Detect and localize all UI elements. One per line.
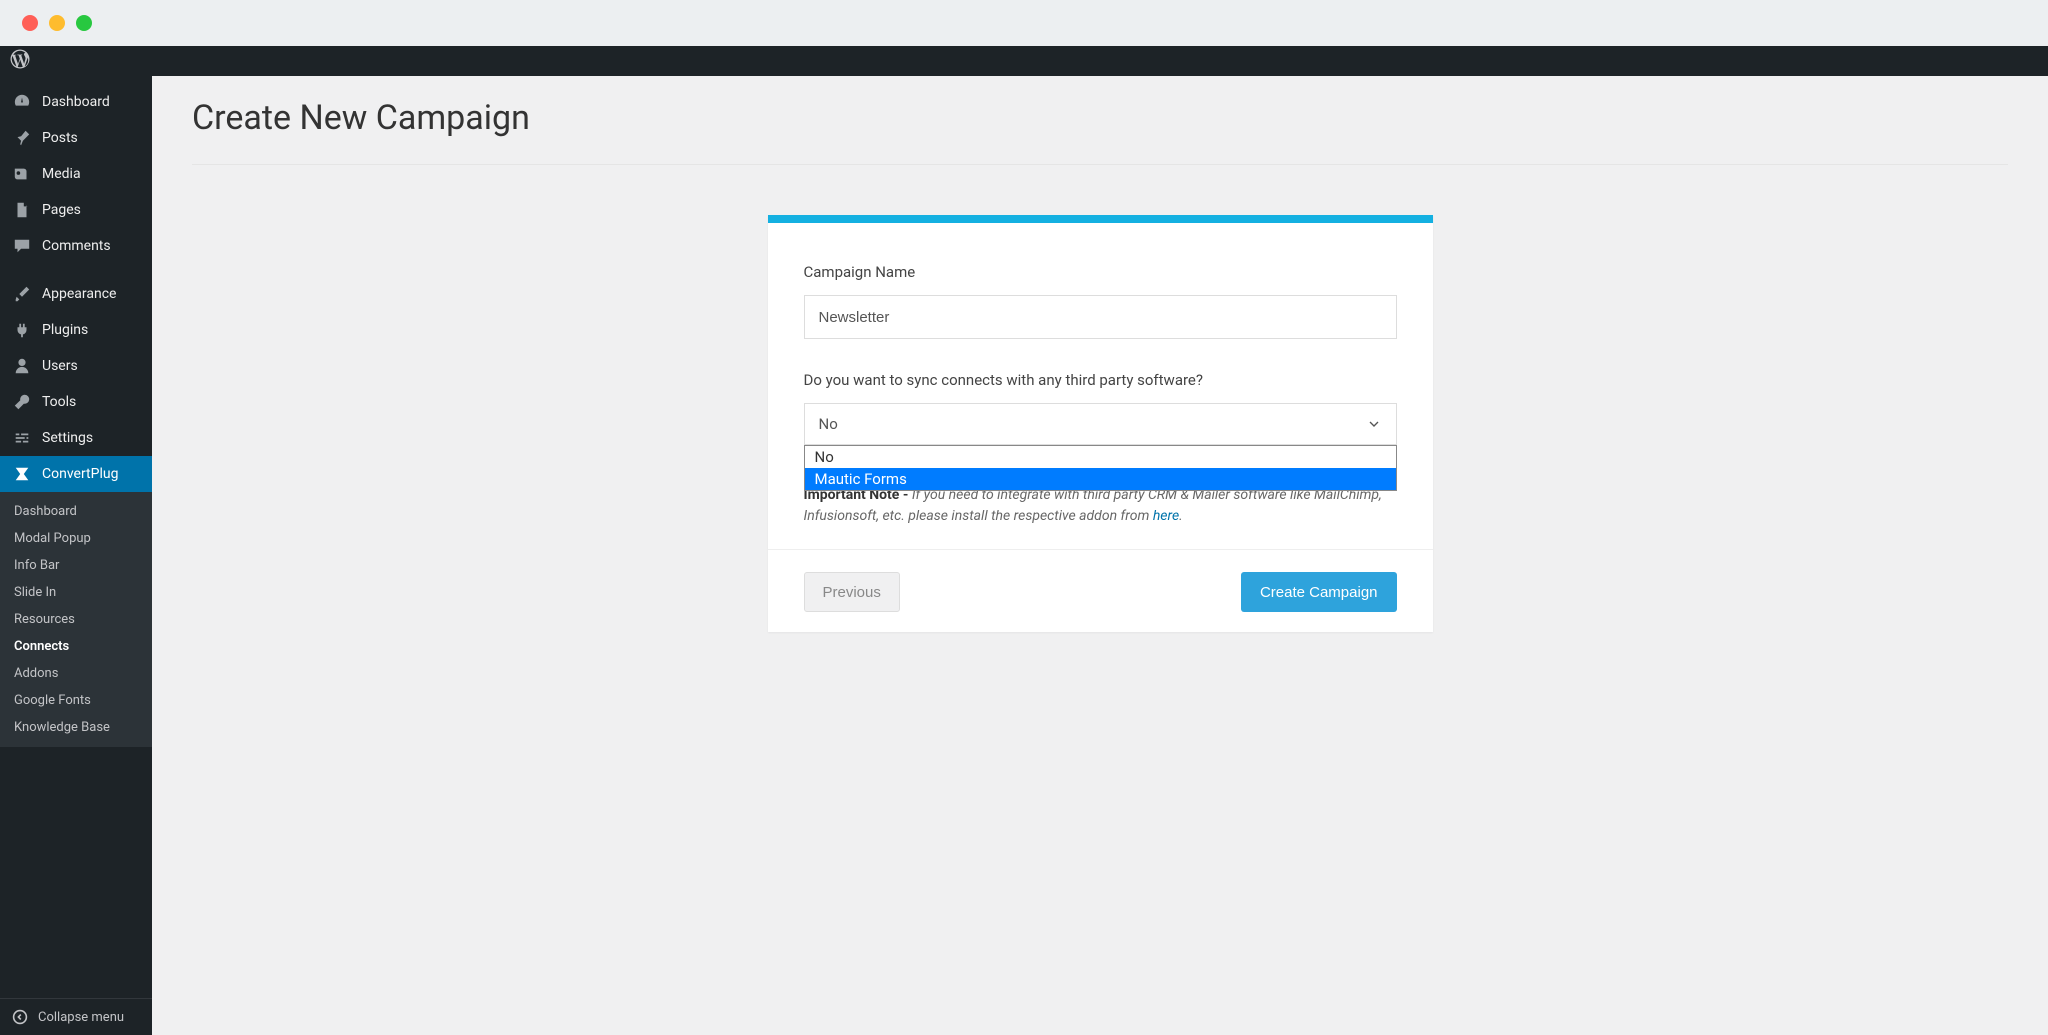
plug-icon: [12, 320, 32, 340]
sync-select[interactable]: No: [804, 403, 1397, 445]
sidebar-item-label: Posts: [42, 130, 78, 146]
create-campaign-button[interactable]: Create Campaign: [1241, 572, 1397, 612]
sidebar-item-label: Pages: [42, 202, 81, 218]
sidebar-item-label: ConvertPlug: [42, 466, 118, 482]
previous-button[interactable]: Previous: [804, 572, 900, 612]
sidebar-item-convertplug[interactable]: ConvertPlug: [0, 456, 152, 492]
addon-here-link[interactable]: here: [1153, 508, 1179, 524]
sidebar-item-settings[interactable]: Settings: [0, 420, 152, 456]
submenu-item-dashboard[interactable]: Dashboard: [0, 498, 152, 525]
sidebar-item-plugins[interactable]: Plugins: [0, 312, 152, 348]
admin-sidebar: Dashboard Posts Media Pages Comments Appearan…: [0, 76, 152, 1035]
campaign-card: Campaign Name Do you want to sync connec…: [768, 215, 1433, 632]
sidebar-item-users[interactable]: Users: [0, 348, 152, 384]
brush-icon: [12, 284, 32, 304]
sidebar-item-comments[interactable]: Comments: [0, 228, 152, 264]
campaign-name-label: Campaign Name: [804, 263, 1397, 281]
sidebar-item-label: Settings: [42, 430, 93, 446]
submenu-item-google-fonts[interactable]: Google Fonts: [0, 687, 152, 714]
dashboard-icon: [12, 92, 32, 112]
page-title: Create New Campaign: [192, 98, 2008, 165]
sidebar-item-media[interactable]: Media: [0, 156, 152, 192]
window-close-icon[interactable]: [22, 15, 38, 31]
sync-option-no[interactable]: No: [805, 446, 1396, 468]
media-icon: [12, 164, 32, 184]
sidebar-item-label: Media: [42, 166, 81, 182]
sidebar-item-label: Plugins: [42, 322, 88, 338]
submenu-item-connects[interactable]: Connects: [0, 633, 152, 660]
sync-label: Do you want to sync connects with any th…: [804, 371, 1397, 389]
campaign-name-input[interactable]: [804, 295, 1397, 339]
sidebar-item-label: Appearance: [42, 286, 116, 302]
sliders-icon: [12, 428, 32, 448]
sync-option-mautic-forms[interactable]: Mautic Forms: [805, 468, 1396, 490]
wp-adminbar: [0, 46, 2048, 76]
main-content: Create New Campaign Campaign Name Do you…: [152, 76, 2048, 1035]
mac-titlebar: [0, 0, 2048, 46]
collapse-menu-label: Collapse menu: [38, 1010, 124, 1025]
sidebar-item-posts[interactable]: Posts: [0, 120, 152, 156]
sidebar-item-tools[interactable]: Tools: [0, 384, 152, 420]
collapse-menu-button[interactable]: Collapse menu: [0, 998, 152, 1035]
sidebar-item-label: Dashboard: [42, 94, 110, 110]
wrench-icon: [12, 392, 32, 412]
submenu-item-info-bar[interactable]: Info Bar: [0, 552, 152, 579]
important-note: Important Note - If you need to integrat…: [804, 485, 1397, 527]
pin-icon: [12, 128, 32, 148]
sidebar-item-label: Comments: [42, 238, 111, 254]
sync-dropdown: NoMautic Forms: [804, 445, 1397, 491]
submenu-item-modal-popup[interactable]: Modal Popup: [0, 525, 152, 552]
pages-icon: [12, 200, 32, 220]
sidebar-item-label: Users: [42, 358, 78, 374]
sidebar-item-dashboard[interactable]: Dashboard: [0, 84, 152, 120]
user-icon: [12, 356, 32, 376]
submenu-item-knowledge-base[interactable]: Knowledge Base: [0, 714, 152, 741]
chevron-down-icon: [1366, 416, 1382, 432]
sidebar-item-label: Tools: [42, 394, 76, 410]
submenu-item-addons[interactable]: Addons: [0, 660, 152, 687]
submenu-item-slide-in[interactable]: Slide In: [0, 579, 152, 606]
window-minimize-icon[interactable]: [49, 15, 65, 31]
window-maximize-icon[interactable]: [76, 15, 92, 31]
convertplug-icon: [12, 464, 32, 484]
sidebar-item-appearance[interactable]: Appearance: [0, 276, 152, 312]
sync-selected-value: No: [819, 415, 838, 433]
sidebar-item-pages[interactable]: Pages: [0, 192, 152, 228]
submenu-item-resources[interactable]: Resources: [0, 606, 152, 633]
comment-icon: [12, 236, 32, 256]
wordpress-logo-icon[interactable]: [10, 49, 30, 73]
